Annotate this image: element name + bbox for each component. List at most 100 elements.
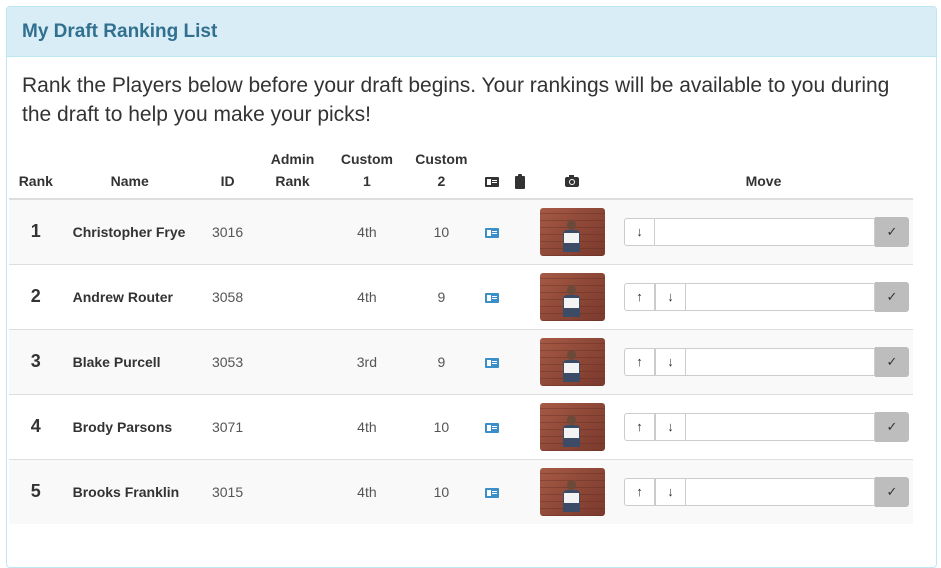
photo-head bbox=[566, 414, 576, 425]
player-id: 3071 bbox=[196, 393, 259, 459]
admin-rank bbox=[258, 393, 327, 459]
card-cell bbox=[475, 328, 510, 394]
photo-cell bbox=[530, 393, 614, 459]
header-rank: Rank bbox=[9, 148, 63, 200]
admin-rank bbox=[258, 458, 327, 524]
player-name: Blake Purcell bbox=[62, 328, 197, 394]
move-position-input[interactable] bbox=[685, 282, 875, 311]
move-down-button[interactable]: ↓ bbox=[654, 347, 686, 376]
photo-sign bbox=[563, 297, 579, 308]
photo-cell bbox=[530, 199, 614, 264]
move-controls: ↑ ↓ ✓ bbox=[623, 281, 909, 312]
player-photo[interactable] bbox=[539, 272, 605, 321]
header-name: Name bbox=[62, 148, 197, 200]
custom-2: 10 bbox=[407, 199, 476, 264]
panel-title: My Draft Ranking List bbox=[7, 7, 936, 57]
move-up-button[interactable]: ↑ bbox=[623, 412, 655, 441]
header-id: ID bbox=[196, 148, 259, 200]
admin-rank bbox=[258, 263, 327, 329]
move-down-button[interactable]: ↓ bbox=[654, 282, 686, 311]
table-header-row: Rank Name ID Admin Rank Custom 1 Custom 2 M… bbox=[9, 148, 913, 200]
player-name: Brody Parsons bbox=[62, 393, 197, 459]
player-id: 3053 bbox=[196, 328, 259, 394]
rank-cell: 5 bbox=[9, 458, 63, 524]
clipboard-cell bbox=[509, 458, 531, 524]
move-cell: ↓ ✓ bbox=[613, 199, 913, 264]
photo-sign bbox=[563, 427, 579, 438]
header-custom-1: Custom 1 bbox=[326, 148, 408, 200]
confirm-move-button[interactable]: ✓ bbox=[875, 281, 909, 312]
rank-cell: 1 bbox=[9, 199, 63, 264]
table-row: 1 Christopher Frye 3016 4th 10 ↓ ✓ bbox=[9, 199, 913, 264]
admin-rank bbox=[258, 328, 327, 394]
photo-cell bbox=[530, 458, 614, 524]
move-cell: ↑ ↓ ✓ bbox=[613, 263, 913, 329]
custom-2: 10 bbox=[407, 393, 476, 459]
player-id: 3015 bbox=[196, 458, 259, 524]
photo-head bbox=[566, 479, 576, 490]
player-id: 3058 bbox=[196, 263, 259, 329]
player-card-icon[interactable] bbox=[485, 422, 500, 433]
header-photo bbox=[530, 148, 614, 200]
player-photo[interactable] bbox=[539, 207, 605, 256]
custom-1: 4th bbox=[326, 393, 408, 459]
card-cell bbox=[475, 393, 510, 459]
move-up-button[interactable]: ↑ bbox=[623, 282, 655, 311]
custom-2: 9 bbox=[407, 263, 476, 329]
player-card-icon[interactable] bbox=[485, 228, 500, 239]
move-position-input[interactable] bbox=[685, 477, 875, 506]
player-card-icon[interactable] bbox=[485, 357, 500, 368]
custom-2: 9 bbox=[407, 328, 476, 394]
clipboard-cell bbox=[509, 263, 531, 329]
ranking-table: Rank Name ID Admin Rank Custom 1 Custom 2 M… bbox=[9, 148, 913, 524]
player-photo[interactable] bbox=[539, 337, 605, 386]
player-photo[interactable] bbox=[539, 402, 605, 451]
confirm-move-button[interactable]: ✓ bbox=[875, 346, 909, 377]
admin-rank bbox=[258, 199, 327, 264]
player-photo[interactable] bbox=[539, 467, 605, 516]
clipboard-icon bbox=[514, 173, 525, 189]
move-position-input[interactable] bbox=[654, 217, 875, 246]
player-card-icon[interactable] bbox=[485, 488, 500, 499]
move-cell: ↑ ↓ ✓ bbox=[613, 328, 913, 394]
move-cell: ↑ ↓ ✓ bbox=[613, 458, 913, 524]
confirm-move-button[interactable]: ✓ bbox=[875, 216, 909, 247]
table-row: 2 Andrew Router 3058 4th 9 ↑ ↓ ✓ bbox=[9, 263, 913, 329]
header-admin-rank: Admin Rank bbox=[258, 148, 327, 200]
move-down-button[interactable]: ↓ bbox=[654, 412, 686, 441]
move-up-button[interactable]: ↑ bbox=[623, 477, 655, 506]
custom-1: 4th bbox=[326, 199, 408, 264]
player-card-icon[interactable] bbox=[485, 292, 500, 303]
move-controls: ↑ ↓ ✓ bbox=[623, 346, 909, 377]
photo-sign bbox=[563, 362, 579, 373]
move-up-button[interactable]: ↑ bbox=[623, 347, 655, 376]
custom-1: 4th bbox=[326, 458, 408, 524]
table-row: 5 Brooks Franklin 3015 4th 10 ↑ ↓ ✓ bbox=[9, 458, 913, 524]
header-clipboard bbox=[509, 148, 531, 200]
photo-sign bbox=[563, 492, 579, 503]
clipboard-cell bbox=[509, 199, 531, 264]
rank-cell: 3 bbox=[9, 328, 63, 394]
move-position-input[interactable] bbox=[685, 347, 875, 376]
move-position-input[interactable] bbox=[685, 412, 875, 441]
id-card-icon bbox=[485, 177, 500, 188]
clipboard-cell bbox=[509, 393, 531, 459]
custom-1: 3rd bbox=[326, 328, 408, 394]
rank-cell: 4 bbox=[9, 393, 63, 459]
move-down-button[interactable]: ↓ bbox=[623, 217, 655, 246]
player-name: Andrew Router bbox=[62, 263, 197, 329]
card-cell bbox=[475, 263, 510, 329]
player-name: Christopher Frye bbox=[62, 199, 197, 264]
rank-cell: 2 bbox=[9, 263, 63, 329]
photo-head bbox=[566, 284, 576, 295]
move-cell: ↑ ↓ ✓ bbox=[613, 393, 913, 459]
intro-text: Rank the Players below before your draft… bbox=[22, 74, 890, 126]
photo-sign bbox=[563, 232, 579, 243]
photo-cell bbox=[530, 263, 614, 329]
move-down-button[interactable]: ↓ bbox=[654, 477, 686, 506]
custom-2: 10 bbox=[407, 458, 476, 524]
confirm-move-button[interactable]: ✓ bbox=[875, 476, 909, 507]
card-cell bbox=[475, 199, 510, 264]
confirm-move-button[interactable]: ✓ bbox=[875, 411, 909, 442]
header-custom-2: Custom 2 bbox=[407, 148, 476, 200]
